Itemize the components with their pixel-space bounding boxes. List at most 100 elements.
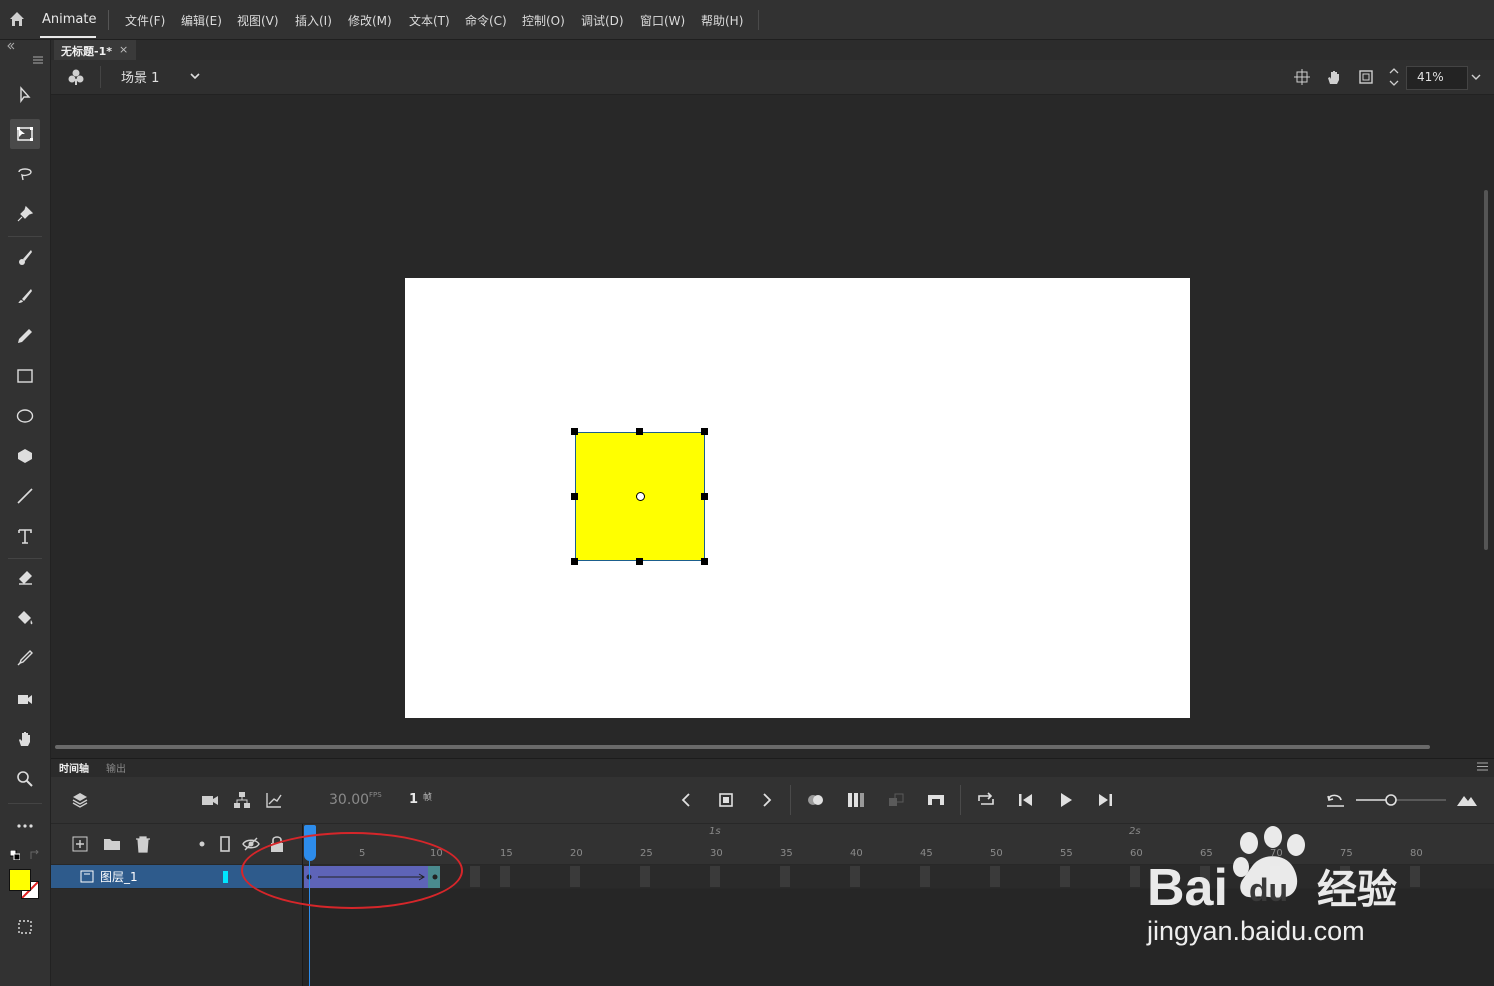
transform-handle-left[interactable]: [571, 493, 578, 500]
menu-edit[interactable]: 编辑(E): [181, 12, 222, 29]
clip-content-icon[interactable]: [1358, 69, 1374, 85]
zoom-dropdown-icon[interactable]: [1470, 72, 1482, 82]
transform-handle-top-right[interactable]: [701, 428, 708, 435]
center-playhead-icon[interactable]: [1326, 791, 1346, 809]
camera-icon[interactable]: [201, 792, 219, 808]
document-tab-bar: [51, 40, 1494, 61]
more-tools-icon[interactable]: [10, 811, 40, 841]
fill-color-swatch[interactable]: [9, 869, 31, 891]
step-back-icon[interactable]: [1017, 791, 1035, 809]
oval-tool-icon[interactable]: [10, 401, 40, 431]
play-icon[interactable]: [1057, 791, 1075, 809]
menu-window[interactable]: 窗口(W): [640, 12, 685, 29]
default-colors-icon[interactable]: [10, 850, 20, 860]
layers-icon[interactable]: [71, 791, 89, 809]
selection-tool-icon[interactable]: [10, 80, 40, 110]
vertical-scrollbar[interactable]: [1484, 190, 1488, 550]
highlight-dot-icon[interactable]: [198, 840, 206, 848]
ruler-tick: 25: [640, 848, 653, 859]
pencil-tool-icon[interactable]: [10, 321, 40, 351]
insert-keyframe-icon[interactable]: [717, 791, 735, 809]
previous-keyframe-icon[interactable]: [679, 791, 693, 809]
home-icon[interactable]: [8, 10, 26, 28]
transform-handle-top[interactable]: [636, 428, 643, 435]
object-drawing-mode-icon[interactable]: [10, 912, 40, 942]
transform-handle-bottom-right[interactable]: [701, 558, 708, 565]
step-forward-icon[interactable]: [1096, 791, 1114, 809]
swap-colors-icon[interactable]: [29, 850, 40, 861]
tab-output[interactable]: 输出: [106, 760, 126, 775]
layer-name[interactable]: 图层_1: [100, 868, 138, 885]
menu-insert[interactable]: 插入(I): [295, 12, 332, 29]
center-stage-icon[interactable]: [1294, 69, 1310, 85]
zoom-stepper-icon[interactable]: [1388, 66, 1400, 88]
edit-multiple-frames-icon[interactable]: [846, 791, 866, 809]
menu-view[interactable]: 视图(V): [237, 12, 279, 29]
rectangle-tool-icon[interactable]: [10, 361, 40, 391]
loop-icon[interactable]: [976, 791, 996, 809]
edit-symbols-icon[interactable]: [67, 68, 85, 86]
menu-bar: Animate: [0, 0, 1494, 40]
lasso-tool-icon[interactable]: [10, 159, 40, 189]
camera-tool-icon[interactable]: [10, 684, 40, 714]
transform-handle-bottom[interactable]: [636, 558, 643, 565]
menu-help[interactable]: 帮助(H): [701, 12, 743, 29]
chevron-down-icon[interactable]: [189, 71, 201, 81]
frame-marker: [780, 866, 790, 887]
rotation-tool-icon[interactable]: [1325, 68, 1343, 86]
timeline-menu-icon[interactable]: [1477, 762, 1488, 771]
menu-control[interactable]: 控制(O): [522, 12, 565, 29]
free-transform-tool-icon[interactable]: [10, 119, 40, 149]
horizontal-scrollbar[interactable]: [55, 745, 1430, 749]
graph-icon[interactable]: [265, 791, 283, 809]
ruler-tick: 50: [990, 848, 1003, 859]
onion-skin-icon[interactable]: [806, 791, 826, 809]
next-keyframe-icon[interactable]: [760, 791, 774, 809]
eraser-tool-icon[interactable]: [10, 563, 40, 593]
transform-handle-right[interactable]: [701, 493, 708, 500]
stage[interactable]: [405, 278, 1190, 718]
layer-color-indicator[interactable]: [223, 871, 228, 883]
create-classic-tween-icon[interactable]: [926, 791, 946, 809]
new-folder-icon[interactable]: [103, 836, 121, 852]
fit-frames-icon[interactable]: [1456, 791, 1478, 809]
delete-layer-icon[interactable]: [135, 835, 151, 853]
menu-file[interactable]: 文件(F): [125, 12, 165, 29]
fps-value[interactable]: 30.00: [329, 792, 369, 808]
layer-type-icon: [80, 870, 94, 883]
frame-size-slider[interactable]: [1354, 792, 1448, 808]
brush-tool-icon[interactable]: [10, 281, 40, 311]
transform-handle-bottom-left[interactable]: [571, 558, 578, 565]
current-frame-value[interactable]: 1: [409, 792, 418, 807]
pin-tool-icon[interactable]: [10, 199, 40, 229]
paint-bucket-tool-icon[interactable]: [10, 603, 40, 633]
transform-handle-top-left[interactable]: [571, 428, 578, 435]
transform-point[interactable]: [636, 492, 645, 501]
text-tool-icon[interactable]: [10, 521, 40, 551]
new-layer-icon[interactable]: [72, 836, 88, 852]
layer-parenting-icon[interactable]: [233, 791, 251, 809]
ruler-second-label: 1s: [709, 826, 721, 837]
document-tab[interactable]: 无标题-1* ×: [54, 40, 136, 60]
outline-toggle-icon[interactable]: [219, 836, 231, 852]
collapse-panel-icon[interactable]: [6, 42, 16, 50]
panel-menu-icon[interactable]: [33, 56, 43, 64]
line-tool-icon[interactable]: [10, 481, 40, 511]
polystar-tool-icon[interactable]: [10, 441, 40, 471]
snap-frames-icon[interactable]: [886, 791, 906, 809]
paint-brush-tool-icon[interactable]: [10, 242, 40, 272]
app-name-underline: [40, 36, 96, 38]
ruler-second-label: 2s: [1129, 826, 1141, 837]
close-tab-icon[interactable]: ×: [119, 43, 128, 56]
timeline-toolbar-divider: [960, 785, 961, 815]
menu-debug[interactable]: 调试(D): [581, 12, 624, 29]
menu-text[interactable]: 文本(T): [409, 12, 450, 29]
zoom-tool-icon[interactable]: [10, 764, 40, 794]
baidu-jingyan-watermark-logo: Bai du 经验: [1145, 825, 1415, 915]
tab-timeline[interactable]: 时间轴: [59, 760, 89, 775]
menu-commands[interactable]: 命令(C): [465, 12, 507, 29]
frame-marker: [500, 866, 510, 887]
eyedropper-tool-icon[interactable]: [10, 643, 40, 673]
hand-tool-icon[interactable]: [10, 724, 40, 754]
menu-modify[interactable]: 修改(M): [348, 12, 392, 29]
